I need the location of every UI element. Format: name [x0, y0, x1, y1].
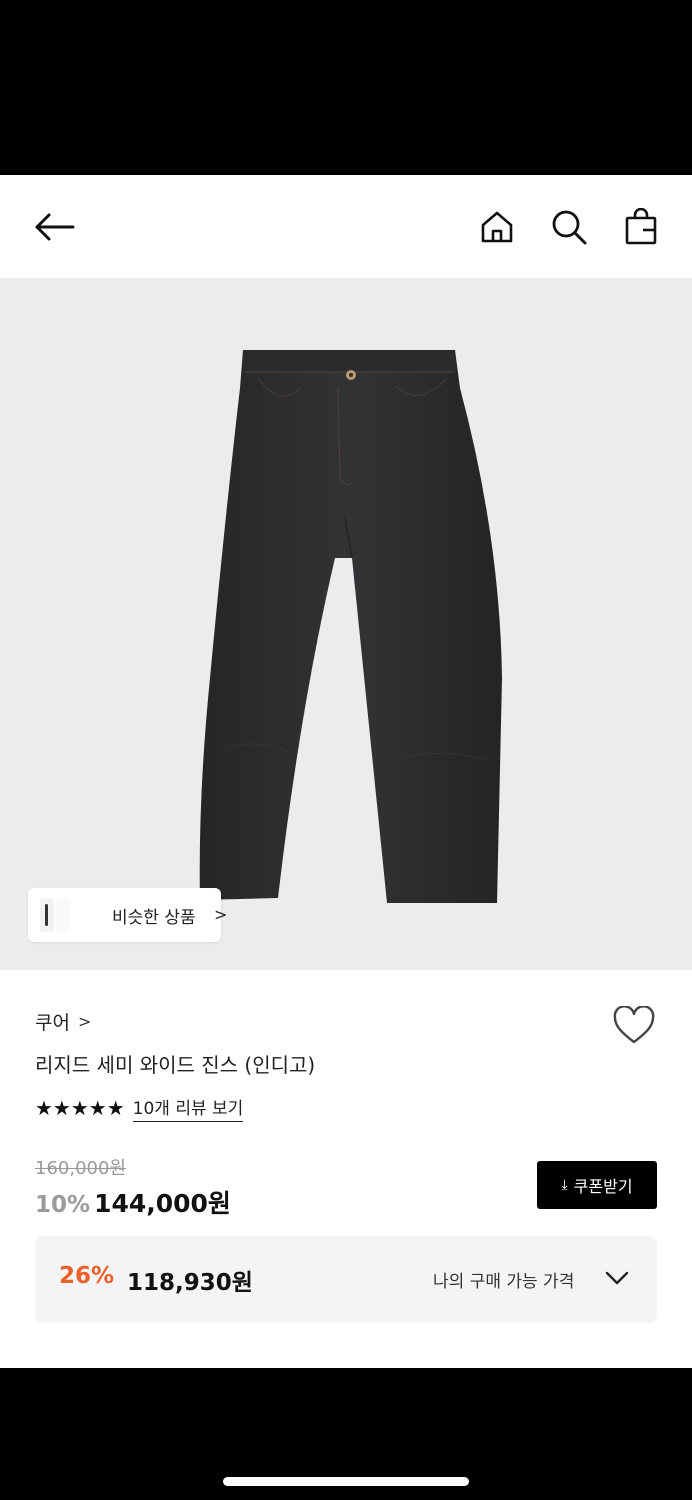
- coupon-label: 쿠폰받기: [573, 1177, 633, 1196]
- my-discount-rate: 26%: [59, 1263, 115, 1289]
- product-image: [199, 350, 502, 903]
- home-indicator[interactable]: [223, 1477, 469, 1486]
- price-row: 10% 144,000원: [35, 1184, 231, 1220]
- chevron-right-icon: >: [214, 905, 228, 924]
- coupon-download-button[interactable]: ⤓ 쿠폰받기: [537, 1161, 657, 1209]
- download-icon: ⤓: [561, 1177, 568, 1193]
- brand-link[interactable]: 쿠어 >: [35, 1008, 91, 1035]
- chevron-right-icon: >: [77, 1012, 92, 1031]
- similar-thumbnails: [40, 898, 76, 932]
- search-button[interactable]: [545, 203, 593, 251]
- my-price-amount: 118,930원: [127, 1270, 253, 1296]
- my-price-label: 나의 구매 가능 가격: [433, 1272, 575, 1292]
- discount-rate: 10%: [35, 1192, 91, 1218]
- search-icon: [552, 210, 587, 245]
- product-title: 리지드 세미 와이드 진스 (인디고): [35, 1053, 316, 1077]
- rating-row: ★★★★★ 10개 리뷰 보기: [35, 1094, 244, 1122]
- thumbnail: [40, 898, 54, 932]
- product-info: 쿠어 > 리지드 세미 와이드 진스 (인디고) ★★★★★ 10개 리뷰 보기…: [0, 970, 692, 1368]
- similar-products-button[interactable]: 비슷한 상품 >: [28, 888, 227, 942]
- status-bar-area: [0, 0, 692, 175]
- thumbnail: [56, 898, 70, 932]
- my-price-panel[interactable]: 26% 118,930원 나의 구매 가능 가격: [35, 1236, 657, 1323]
- brand-name: 쿠어: [35, 1012, 70, 1034]
- shopping-bag-icon: [625, 208, 657, 245]
- original-price: 160,000원: [35, 1158, 126, 1179]
- cart-button[interactable]: [617, 203, 665, 251]
- heart-icon: [613, 1005, 655, 1044]
- sale-price: 144,000원: [94, 1189, 231, 1218]
- home-icon: [481, 211, 513, 243]
- home-button[interactable]: [473, 203, 521, 251]
- chevron-down-icon: [605, 1271, 629, 1285]
- product-image-area[interactable]: 비슷한 상품 >: [0, 278, 692, 970]
- top-navigation: [0, 175, 692, 278]
- similar-products-label: 비슷한 상품: [112, 908, 196, 928]
- star-rating: ★★★★★: [35, 1096, 125, 1120]
- wishlist-button[interactable]: [612, 1005, 656, 1046]
- reviews-link[interactable]: 10개 리뷰 보기: [132, 1094, 244, 1122]
- arrow-left-icon: [35, 213, 75, 241]
- back-button[interactable]: [30, 203, 78, 251]
